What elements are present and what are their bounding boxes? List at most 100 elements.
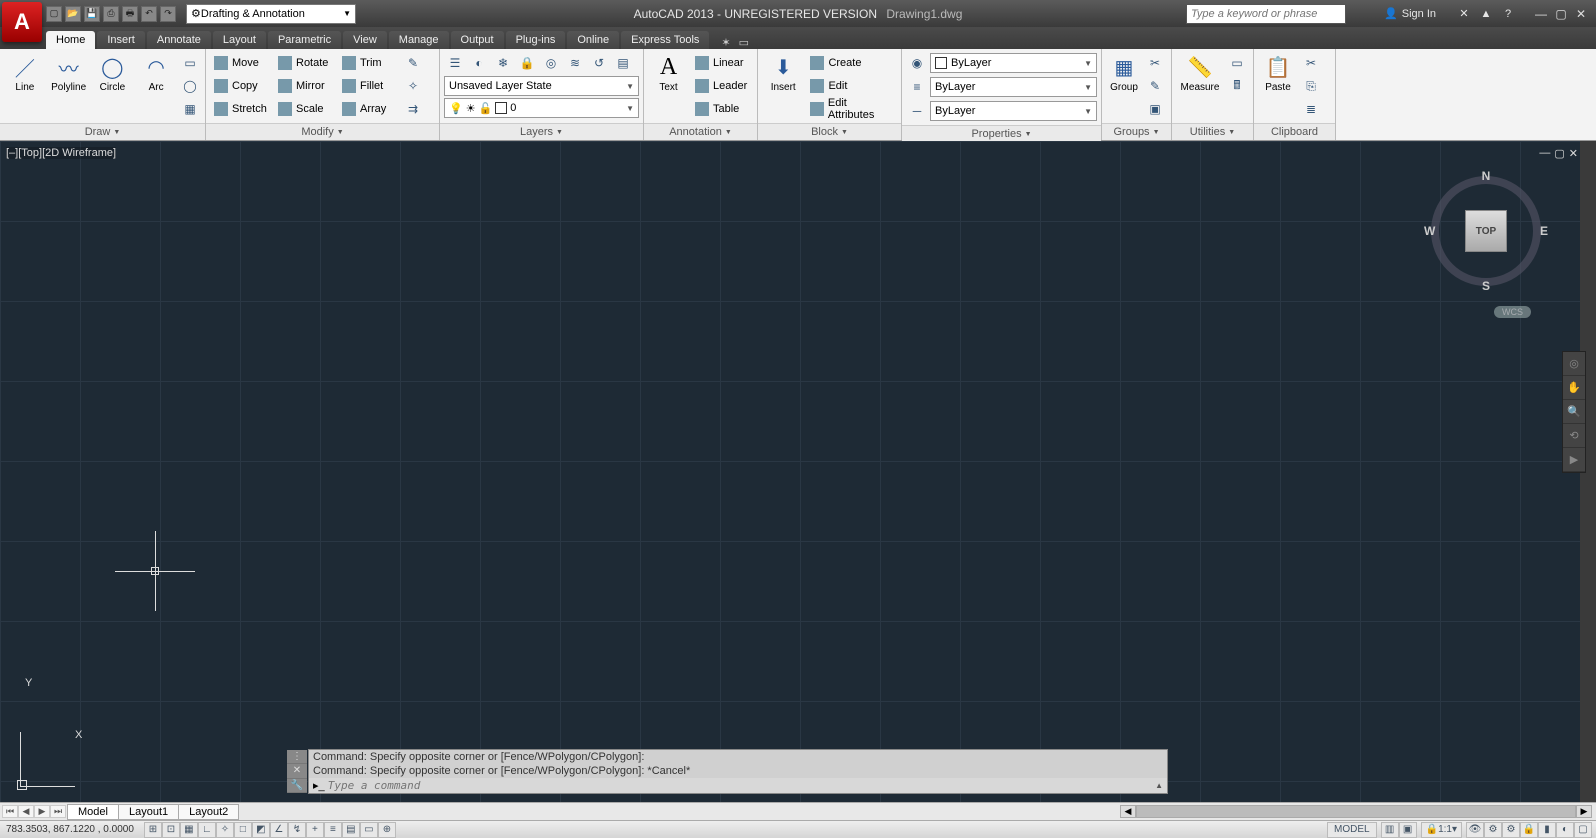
array-button[interactable]: Array [338,98,400,120]
sb-polar-button[interactable]: ✧ [216,822,234,838]
layout-next-button[interactable]: ▶ [34,805,50,818]
sb-clean-screen-button[interactable]: ▢ [1574,822,1592,838]
layer-isolate-button[interactable]: ◎ [540,52,562,74]
qat-undo-icon[interactable]: ↶ [141,6,157,22]
layout-last-button[interactable]: ⏭ [50,805,66,818]
sb-ducs-button[interactable]: ↯ [288,822,306,838]
mirror-button[interactable]: Mirror [274,75,336,97]
sb-dyn-button[interactable]: + [306,822,324,838]
qat-redo-icon[interactable]: ↷ [160,6,176,22]
stretch-button[interactable]: Stretch [210,98,272,120]
nav-orbit-button[interactable]: ⟲ [1563,424,1585,448]
sb-osnap-button[interactable]: □ [234,822,252,838]
layout-first-button[interactable]: ⏮ [2,805,18,818]
measure-button[interactable]: 📏Measure [1176,52,1224,95]
layer-match-button[interactable]: ≋ [564,52,586,74]
layer-state-dropdown[interactable]: Unsaved Layer State▼ [444,76,639,96]
fillet-button[interactable]: Fillet [338,75,400,97]
app-menu-button[interactable]: A [2,2,42,42]
tab-manage[interactable]: Manage [389,31,449,49]
arc-button[interactable]: ◠Arc [135,52,177,95]
tab-view[interactable]: View [343,31,387,49]
match-properties-button[interactable]: ◉ [906,52,928,74]
maximize-button[interactable]: ▢ [1552,7,1570,21]
select-all-button[interactable]: ▭ [1226,52,1248,74]
tab-annotate[interactable]: Annotate [147,31,211,49]
edit-block-button[interactable]: Edit [806,75,897,97]
ungroup-button[interactable]: ✂ [1144,52,1166,74]
object-color-dropdown[interactable]: ByLayer▼ [930,53,1097,73]
panel-annotation-title[interactable]: Annotation▼ [644,123,757,140]
viewport-maximize-button[interactable]: ▢ [1554,147,1564,160]
layer-current-dropdown[interactable]: 💡 ☀ 🔓 0 ▼ [444,98,639,118]
table-button[interactable]: Table [691,98,753,120]
sb-toolbar-lock-button[interactable]: 🔒 [1520,822,1538,838]
create-block-button[interactable]: Create [806,52,897,74]
infocenter-icon[interactable]: ▲ [1478,6,1494,22]
paste-button[interactable]: 📋Paste [1258,52,1298,95]
group-select-button[interactable]: ▣ [1144,98,1166,120]
layer-previous-button[interactable]: ↺ [588,52,610,74]
sb-annotation-visibility-button[interactable]: 👁 [1466,822,1484,838]
panel-utilities-title[interactable]: Utilities▼ [1172,123,1253,140]
insert-button[interactable]: ⬇Insert [762,52,804,95]
sb-snap-button[interactable]: ⊡ [162,822,180,838]
layer-lock-button[interactable]: 🔒 [516,52,538,74]
command-grip-icon[interactable]: ⋮ [287,750,307,764]
viewcube-compass[interactable] [1431,176,1541,286]
cut-button[interactable]: ✂ [1300,52,1322,74]
text-button[interactable]: AText [648,52,689,95]
nav-pan-button[interactable]: ✋ [1563,376,1585,400]
edit-attributes-button[interactable]: Edit Attributes [806,98,897,120]
layer-off-button[interactable]: ◐ [468,52,490,74]
lineweight-dropdown[interactable]: ByLayer▼ [930,77,1097,97]
viewcube-east[interactable]: E [1540,224,1548,238]
qat-open-icon[interactable]: 📂 [65,6,81,22]
sb-hardware-accel-button[interactable]: ▮ [1538,822,1556,838]
command-options-icon[interactable]: 🔧 [287,779,307,793]
viewport-close-button[interactable]: ✕ [1569,147,1578,160]
copy-button[interactable]: Copy [210,75,272,97]
viewport-label[interactable]: [–][Top][2D Wireframe] [6,147,116,159]
group-button[interactable]: ▦Group [1106,52,1142,95]
linear-button[interactable]: Linear [691,52,753,74]
wcs-badge[interactable]: WCS [1494,306,1531,318]
hscroll-track[interactable] [1136,805,1576,818]
tab-plugins[interactable]: Plug-ins [506,31,566,49]
panel-block-title[interactable]: Block▼ [758,123,901,140]
command-input[interactable] [328,779,1155,792]
layout-tab-layout1[interactable]: Layout1 [118,804,179,820]
command-window[interactable]: ⋮ ✕ 🔧 Command: Specify opposite corner o… [308,749,1168,794]
ellipse-button[interactable]: ◯ [179,75,201,97]
sb-workspace-button[interactable]: ⚙ [1502,822,1520,838]
coordinates-readout[interactable]: 783.3503, 867.1220 , 0.0000 [0,824,140,835]
tab-expresstools[interactable]: Express Tools [621,31,709,49]
sb-ortho-button[interactable]: ∟ [198,822,216,838]
layer-freeze-button[interactable]: ❄ [492,52,514,74]
panel-modify-title[interactable]: Modify▼ [206,123,439,140]
sb-grid-button[interactable]: ▦ [180,822,198,838]
tab-online[interactable]: Online [567,31,619,49]
sb-3dosnap-button[interactable]: ◩ [252,822,270,838]
erase-button[interactable]: ✎ [402,52,424,74]
trim-button[interactable]: Trim [338,52,400,74]
minimize-button[interactable]: — [1532,7,1550,21]
drawing-area[interactable]: [–][Top][2D Wireframe] — ▢ ✕ Y X N S E W… [0,141,1596,802]
workspace-dropdown[interactable]: ⚙ Drafting & Annotation ▼ [186,4,356,24]
copy-clip-button[interactable]: ⎘ [1300,75,1322,97]
panel-groups-title[interactable]: Groups▼ [1102,123,1171,140]
view-cube[interactable]: N S E W TOP [1426,171,1546,291]
sb-infer-button[interactable]: ⊞ [144,822,162,838]
tab-output[interactable]: Output [451,31,504,49]
sb-tpy-button[interactable]: ▤ [342,822,360,838]
viewcube-north[interactable]: N [1482,169,1491,183]
hscroll-right-button[interactable]: ▶ [1576,805,1592,818]
offset-button[interactable]: ⇉ [402,98,424,120]
nav-zoom-button[interactable]: 🔍 [1563,400,1585,424]
polyline-button[interactable]: 〰Polyline [48,52,90,95]
help-icon[interactable]: ? [1500,6,1516,22]
panel-draw-title[interactable]: Draw▼ [0,123,205,140]
move-button[interactable]: Move [210,52,272,74]
qat-new-icon[interactable]: ▢ [46,6,62,22]
tab-featured-icon[interactable]: ✶ [721,36,730,49]
